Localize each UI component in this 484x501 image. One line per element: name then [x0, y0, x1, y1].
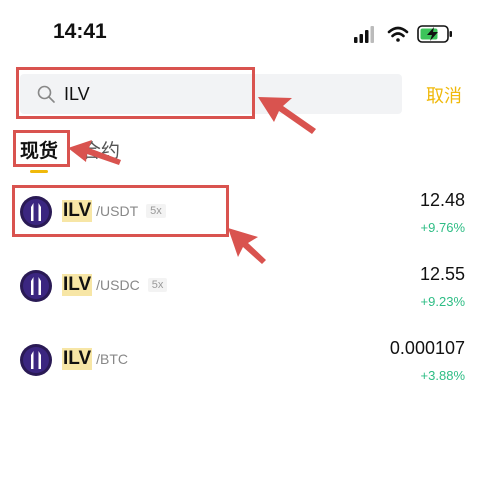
price-change: +3.88% [420, 368, 465, 383]
status-time: 14:41 [53, 20, 107, 43]
status-bar: 14:41 [0, 0, 484, 62]
wifi-icon [387, 26, 409, 42]
result-row-ilv-usdc[interactable]: ILV /USDC 5x 12.55 +9.23% [0, 252, 484, 322]
cancel-button[interactable]: 取消 [426, 82, 462, 108]
quote-asset: /USDC [96, 277, 140, 293]
trading-pair: ILV /USDT 5x [62, 200, 166, 222]
tab-spot[interactable]: 现货 [20, 136, 58, 163]
price-change: +9.76% [420, 220, 465, 235]
status-icons [354, 25, 452, 43]
last-price: 0.000107 [389, 338, 465, 358]
tab-futures[interactable]: 合约 [82, 136, 120, 163]
last-price: 12.48 [419, 190, 465, 210]
base-asset: ILV [62, 274, 93, 296]
battery-charging-icon [417, 25, 452, 43]
ilv-coin-icon [20, 196, 52, 228]
quote-asset: /USDT [96, 203, 139, 219]
search-box[interactable] [20, 74, 402, 114]
search-icon [37, 85, 55, 103]
result-row-ilv-btc[interactable]: ILV /BTC 0.000107 +3.88% [0, 326, 484, 396]
base-asset: ILV [62, 348, 93, 370]
trading-pair: ILV /USDC 5x [62, 274, 168, 296]
base-asset: ILV [62, 200, 93, 222]
trading-pair: ILV /BTC [62, 348, 128, 370]
ilv-coin-icon [20, 344, 52, 376]
last-price: 12.55 [419, 264, 465, 284]
result-row-ilv-usdt[interactable]: ILV /USDT 5x 12.48 +9.76% [0, 178, 484, 248]
quote-asset: /BTC [96, 351, 129, 367]
search-input[interactable] [64, 80, 364, 108]
ilv-coin-icon [20, 270, 52, 302]
cellular-signal-icon [354, 26, 374, 43]
active-tab-indicator [30, 170, 48, 173]
price-change: +9.23% [420, 294, 465, 309]
leverage-badge: 5x [146, 204, 166, 218]
leverage-badge: 5x [147, 278, 168, 292]
